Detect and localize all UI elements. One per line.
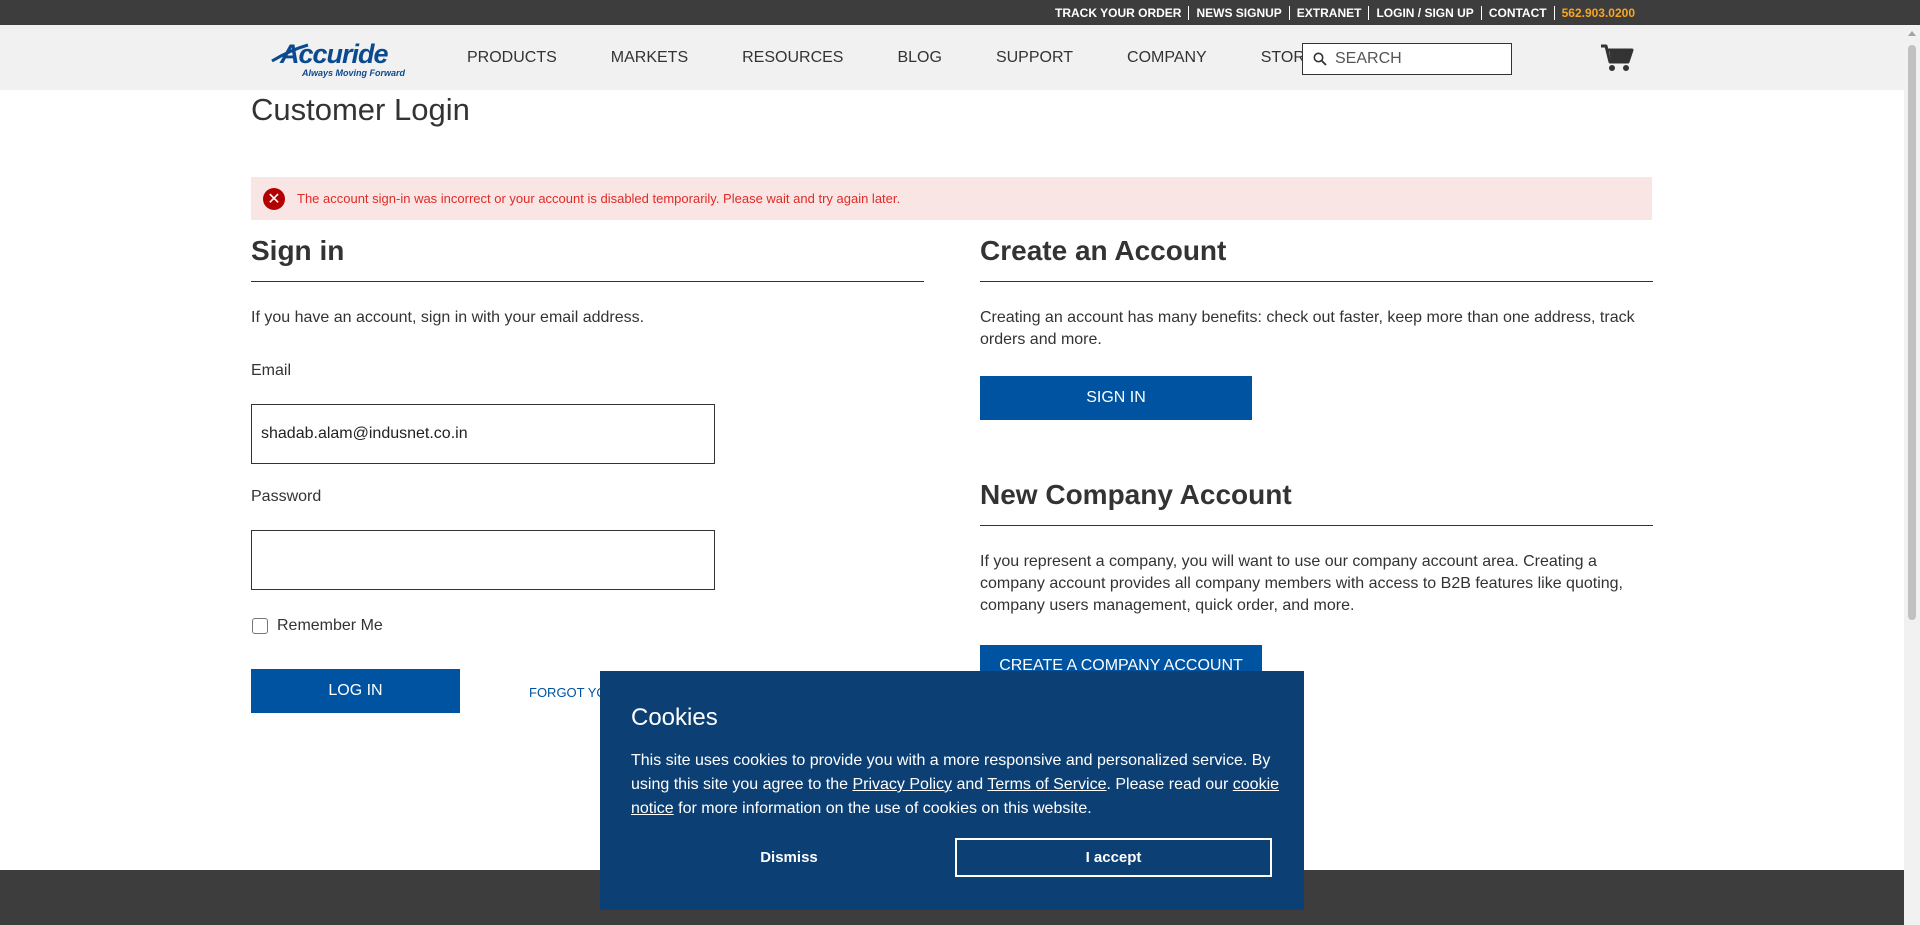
contact-link[interactable]: CONTACT bbox=[1482, 5, 1555, 20]
create-account-heading: Create an Account bbox=[980, 235, 1653, 282]
cookie-title: Cookies bbox=[631, 704, 718, 731]
news-signup-link[interactable]: NEWS SIGNUP bbox=[1189, 5, 1290, 20]
accuride-logo[interactable]: Accuride Always Moving Forward bbox=[270, 39, 422, 79]
create-account-button[interactable]: SIGN IN bbox=[980, 376, 1252, 420]
cookie-text-part: and bbox=[952, 776, 988, 793]
site-header: Accuride Always Moving Forward PRODUCTS … bbox=[0, 25, 1904, 90]
scrollbar-thumb[interactable] bbox=[1908, 45, 1916, 620]
scroll-up-icon[interactable] bbox=[1908, 31, 1916, 36]
search-icon[interactable] bbox=[1313, 52, 1327, 66]
error-icon: ✕ bbox=[263, 187, 285, 210]
log-in-button[interactable]: LOG IN bbox=[251, 669, 460, 713]
sign-in-section: Sign in If you have an account, sign in … bbox=[251, 235, 924, 329]
cookie-text-part: . Please read our bbox=[1106, 776, 1233, 793]
company-account-section: New Company Account If you represent a c… bbox=[980, 479, 1653, 617]
logo-tagline: Always Moving Forward bbox=[302, 68, 406, 78]
nav-markets[interactable]: MARKETS bbox=[611, 49, 688, 67]
remember-me-label: Remember Me bbox=[277, 617, 383, 634]
sign-in-heading: Sign in bbox=[251, 235, 924, 282]
nav-products[interactable]: PRODUCTS bbox=[467, 49, 557, 67]
search-input[interactable] bbox=[1335, 50, 1495, 68]
accept-button[interactable]: I accept bbox=[955, 838, 1272, 877]
sign-in-intro: If you have an account, sign in with you… bbox=[251, 309, 645, 326]
track-order-link[interactable]: TRACK YOUR ORDER bbox=[1048, 5, 1190, 20]
cookie-banner: Cookies This site uses cookies to provid… bbox=[600, 671, 1304, 910]
nav-resources[interactable]: RESOURCES bbox=[742, 49, 843, 67]
error-message: ✕ The account sign-in was incorrect or y… bbox=[251, 177, 1652, 220]
cart-icon[interactable] bbox=[1600, 43, 1634, 73]
password-label: Password bbox=[251, 488, 322, 505]
error-text: The account sign-in was incorrect or you… bbox=[297, 191, 901, 206]
main-nav: PRODUCTS MARKETS RESOURCES BLOG SUPPORT … bbox=[440, 25, 1343, 90]
page-scrollbar[interactable] bbox=[1904, 25, 1920, 925]
create-account-intro: Creating an account has many benefits: c… bbox=[980, 309, 1635, 348]
email-label: Email bbox=[251, 362, 292, 379]
search-box[interactable] bbox=[1302, 43, 1512, 75]
company-account-heading: New Company Account bbox=[980, 479, 1653, 526]
phone-link[interactable]: 562.903.0200 bbox=[1555, 6, 1642, 20]
nav-support[interactable]: SUPPORT bbox=[996, 49, 1073, 67]
extranet-link[interactable]: EXTRANET bbox=[1290, 5, 1370, 20]
remember-me-checkbox[interactable] bbox=[252, 618, 268, 634]
utility-bar: TRACK YOUR ORDER NEWS SIGNUP EXTRANET LO… bbox=[0, 0, 1920, 25]
remember-me[interactable]: Remember Me bbox=[252, 617, 383, 635]
cookie-text-part: for more information on the use of cooki… bbox=[673, 800, 1092, 817]
terms-of-service-link[interactable]: Terms of Service bbox=[987, 776, 1106, 793]
dismiss-button[interactable]: Dismiss bbox=[631, 838, 947, 876]
nav-company[interactable]: COMPANY bbox=[1127, 49, 1207, 67]
email-field[interactable] bbox=[251, 404, 715, 464]
password-field[interactable] bbox=[251, 530, 715, 590]
cookie-text: This site uses cookies to provide you wi… bbox=[631, 749, 1281, 821]
login-signup-link[interactable]: LOGIN / SIGN UP bbox=[1369, 5, 1482, 20]
company-account-intro: If you represent a company, you will wan… bbox=[980, 553, 1623, 614]
forgot-password-link[interactable]: FORGOT YO bbox=[529, 685, 607, 700]
create-account-section: Create an Account Creating an account ha… bbox=[980, 235, 1653, 351]
nav-blog[interactable]: BLOG bbox=[897, 49, 941, 67]
utility-links: TRACK YOUR ORDER NEWS SIGNUP EXTRANET LO… bbox=[1048, 0, 1642, 25]
logo-text: Accuride bbox=[280, 39, 389, 69]
page-title: Customer Login bbox=[251, 92, 470, 127]
privacy-policy-link[interactable]: Privacy Policy bbox=[852, 776, 952, 793]
